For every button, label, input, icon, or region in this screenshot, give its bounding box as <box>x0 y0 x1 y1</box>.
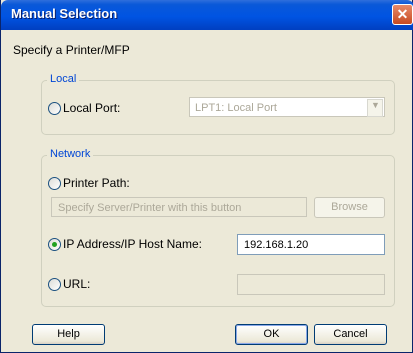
local-port-dropdown-button: ▼ <box>367 99 383 117</box>
browse-button: Browse <box>314 197 385 218</box>
printer-path-field: Specify Server/Printer with this button <box>51 197 307 217</box>
prompt-text: Specify a Printer/MFP <box>13 43 130 57</box>
local-group-legend: Local <box>47 73 80 85</box>
cancel-button[interactable]: Cancel <box>314 324 387 345</box>
url-label[interactable]: URL: <box>63 277 90 291</box>
chevron-down-icon: ▼ <box>371 100 380 110</box>
ip-address-input[interactable]: 192.168.1.20 <box>237 234 385 255</box>
ok-button[interactable]: OK <box>235 324 308 345</box>
local-port-label[interactable]: Local Port: <box>63 101 120 115</box>
local-port-value: LPT1: Local Port <box>195 102 277 114</box>
radio-selected-dot <box>52 242 57 247</box>
local-port-radio[interactable] <box>48 102 61 115</box>
network-group-legend: Network <box>47 148 94 160</box>
close-button[interactable]: ✕ <box>392 4 413 25</box>
url-radio[interactable] <box>48 278 61 291</box>
manual-selection-dialog: Manual Selection ✕ Specify a Printer/MFP… <box>0 0 413 353</box>
title-bar[interactable]: Manual Selection ✕ <box>1 0 413 30</box>
help-button[interactable]: Help <box>32 324 105 345</box>
url-input <box>237 274 385 295</box>
local-port-select: LPT1: Local Port ▼ <box>189 97 385 117</box>
ip-address-label[interactable]: IP Address/IP Host Name: <box>63 237 202 251</box>
printer-path-label[interactable]: Printer Path: <box>63 176 130 190</box>
window-title: Manual Selection <box>11 6 118 21</box>
close-icon: ✕ <box>396 6 409 22</box>
printer-path-radio[interactable] <box>48 177 61 190</box>
ip-address-radio[interactable] <box>48 238 61 251</box>
